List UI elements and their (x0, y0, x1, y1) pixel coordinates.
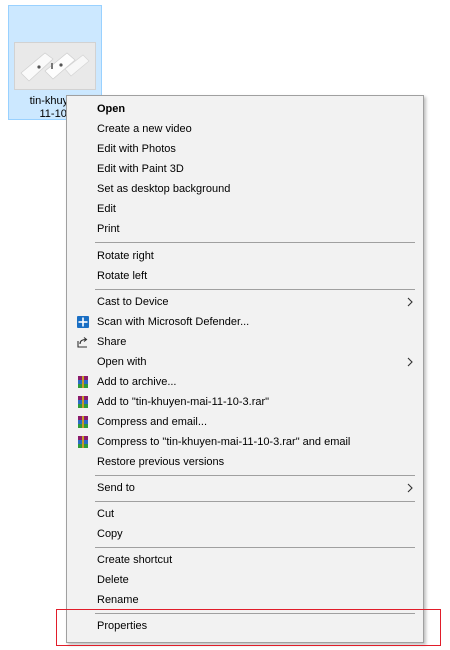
menu-item-share-label: Share (97, 336, 127, 348)
menu-item-open-with[interactable]: Open with (67, 352, 423, 372)
menu-item-copy-label: Copy (97, 528, 123, 540)
menu-item-edit-photos[interactable]: Edit with Photos (67, 139, 423, 159)
menu-item-rotate-left[interactable]: Rotate left (67, 266, 423, 286)
menu-item-copy[interactable]: Copy (67, 524, 423, 544)
menu-item-print[interactable]: Print (67, 219, 423, 239)
menu-item-rotate-left-label: Rotate left (97, 270, 148, 282)
winrar-icon (78, 436, 88, 448)
menu-item-open-with-label: Open with (97, 356, 147, 368)
menu-separator (95, 501, 415, 502)
menu-separator (95, 475, 415, 476)
menu-item-set-background-label: Set as desktop background (97, 183, 231, 195)
menu-item-open-label: Open (97, 103, 126, 115)
menu-separator (95, 289, 415, 290)
menu-item-edit-photos-label: Edit with Photos (97, 143, 176, 155)
menu-item-compress-rar-email[interactable]: Compress to "tin-khuyen-mai-11-10-3.rar"… (67, 432, 423, 452)
menu-item-compress-email[interactable]: Compress and email... (67, 412, 423, 432)
menu-item-edit-paint3d-label: Edit with Paint 3D (97, 163, 184, 175)
menu-item-cut-label: Cut (97, 508, 115, 520)
menu-item-set-background[interactable]: Set as desktop background (67, 179, 423, 199)
chevron-right-icon (407, 357, 413, 367)
menu-item-share[interactable]: Share (67, 332, 423, 352)
menu-item-print-label: Print (97, 223, 120, 235)
menu-item-rename-label: Rename (97, 594, 139, 606)
menu-item-add-rar-label: Add to "tin-khuyen-mai-11-10-3.rar" (97, 396, 270, 408)
menu-item-rotate-right[interactable]: Rotate right (67, 246, 423, 266)
winrar-icon (78, 376, 88, 388)
menu-item-defender[interactable]: Scan with Microsoft Defender... (67, 312, 423, 332)
menu-item-edit[interactable]: Edit (67, 199, 423, 219)
context-menu: Open Create a new video Edit with Photos… (66, 95, 424, 643)
menu-separator (95, 242, 415, 243)
menu-item-create-shortcut[interactable]: Create shortcut (67, 550, 423, 570)
share-icon (77, 337, 88, 348)
menu-item-defender-label: Scan with Microsoft Defender... (97, 316, 250, 328)
menu-item-compress-rar-email-label: Compress to "tin-khuyen-mai-11-10-3.rar"… (97, 436, 351, 448)
menu-item-delete[interactable]: Delete (67, 570, 423, 590)
menu-item-add-rar[interactable]: Add to "tin-khuyen-mai-11-10-3.rar" (67, 392, 423, 412)
winrar-icon (78, 396, 88, 408)
winrar-icon (78, 416, 88, 428)
menu-item-add-archive-label: Add to archive... (97, 376, 177, 388)
menu-item-create-shortcut-label: Create shortcut (97, 554, 173, 566)
menu-item-open[interactable]: Open (67, 99, 423, 119)
menu-item-cast-label: Cast to Device (97, 296, 169, 308)
menu-item-cast-to-device[interactable]: Cast to Device (67, 292, 423, 312)
highlight-box (56, 609, 441, 646)
menu-item-compress-email-label: Compress and email... (97, 416, 208, 428)
menu-item-cut[interactable]: Cut (67, 504, 423, 524)
menu-item-send-to[interactable]: Send to (67, 478, 423, 498)
menu-item-add-archive[interactable]: Add to archive... (67, 372, 423, 392)
menu-item-edit-paint3d[interactable]: Edit with Paint 3D (67, 159, 423, 179)
menu-item-create-video-label: Create a new video (97, 123, 192, 135)
menu-item-rotate-right-label: Rotate right (97, 250, 154, 262)
menu-item-edit-label: Edit (97, 203, 116, 215)
menu-separator (95, 547, 415, 548)
image-thumbnail (14, 42, 96, 90)
defender-shield-icon (77, 316, 89, 328)
menu-item-restore-label: Restore previous versions (97, 456, 225, 468)
menu-item-restore-versions[interactable]: Restore previous versions (67, 452, 423, 472)
menu-item-send-to-label: Send to (97, 482, 135, 494)
chevron-right-icon (407, 483, 413, 493)
chevron-right-icon (407, 297, 413, 307)
menu-item-create-video[interactable]: Create a new video (67, 119, 423, 139)
menu-item-rename[interactable]: Rename (67, 590, 423, 610)
menu-item-delete-label: Delete (97, 574, 129, 586)
